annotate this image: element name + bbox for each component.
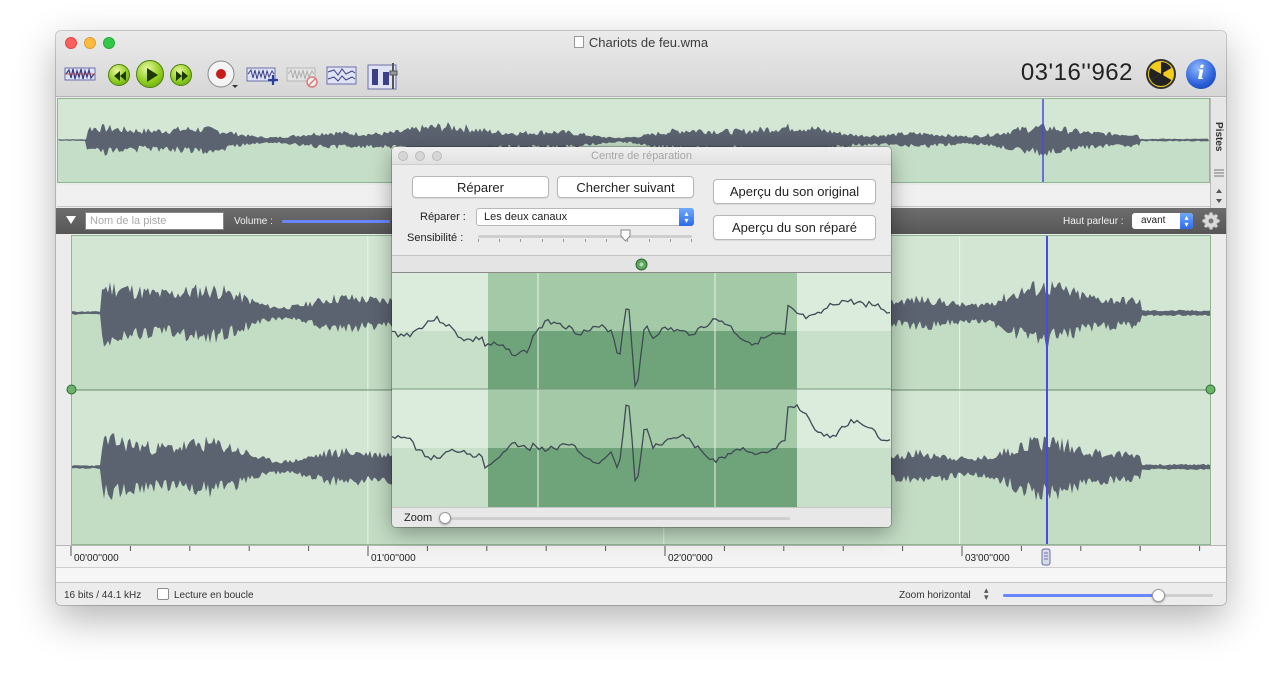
sensitivity-slider[interactable] [478,235,692,242]
delete-track-icon[interactable] [286,64,320,90]
volume-label: Volume : [234,216,273,227]
repair-icon[interactable] [326,64,358,88]
preview-repaired-button[interactable]: Aperçu du son réparé [713,215,876,240]
fast-forward-button[interactable] [170,64,192,86]
channel-select[interactable]: Les deux canaux ▴ ▾ [476,208,694,226]
repair-marker[interactable] [635,258,648,271]
nuke-icon[interactable] [1146,59,1176,89]
repair-marker-bar [392,255,891,273]
chevron-updown-icon: ▴ ▾ [1180,213,1193,229]
repair-zoom-slider[interactable] [446,517,790,520]
repair-channel-label: Réparer : [420,211,466,223]
gain-handle-left[interactable] [66,384,77,395]
loop-label[interactable]: Lecture en boucle [174,590,254,601]
audio-format-label: 16 bits / 44.1 kHz [64,590,142,601]
repair-button[interactable]: Réparer [412,176,549,198]
find-next-button[interactable]: Chercher suivant [557,176,694,198]
track-collapse-icon[interactable] [66,216,76,224]
chevron-updown-icon: ▴ ▾ [679,208,694,226]
drawer-grip-icon [1214,169,1224,177]
horizontal-zoom-label: Zoom horizontal [899,590,971,601]
repair-dialog-title: Centre de réparation [591,150,692,162]
speaker-select-value: avant [1141,215,1166,226]
track-name-input[interactable] [85,212,224,230]
time-ruler[interactable]: 00'00''000 01'00''000 02'00''000 03'00''… [56,545,1226,567]
horizontal-zoom-knob[interactable] [1152,589,1166,602]
volume-slider[interactable] [282,220,390,223]
time-readout: 03'16''962 [1020,59,1133,86]
ruler-label: 00'00''000 [74,553,119,564]
channel-select-value: Les deux canaux [484,211,568,223]
mixer-icon[interactable] [366,61,400,91]
playhead-handle[interactable] [1041,547,1051,566]
repair-selection-band-2 [488,448,797,507]
gear-icon[interactable] [1202,212,1220,230]
ruler-label: 03'00''000 [965,553,1010,564]
record-icon[interactable] [206,60,240,90]
horizontal-zoom-slider[interactable] [1003,589,1213,602]
document-icon [573,36,584,48]
repair-detail-waveform[interactable] [392,273,891,507]
radiation-symbol [1148,61,1172,87]
tracks-drawer-tab[interactable]: Pistes [1210,98,1226,218]
ruler-label: 01'00''000 [371,553,416,564]
horizontal-scrollbar[interactable] [56,567,1226,582]
repair-zoom-knob[interactable] [439,512,451,524]
speaker-label: Haut parleur : [1063,216,1124,227]
speaker-select[interactable]: avant ▴ ▾ [1132,213,1193,229]
drawer-scroll-arrows-icon[interactable] [1214,186,1224,206]
info-icon[interactable]: i [1186,59,1216,89]
horizontal-zoom-fill [1003,594,1159,597]
tracks-drawer-label: Pistes [1213,122,1224,152]
window-title: Chariots de feu.wma [56,35,1226,50]
repair-center-dialog: Centre de réparation Réparer Chercher su… [392,147,891,527]
status-bar: 16 bits / 44.1 kHz Lecture en boucle Zoo… [56,582,1226,605]
add-track-icon[interactable] [246,64,280,90]
fast-forward-icon [176,71,188,81]
gain-handle-right[interactable] [1205,384,1216,395]
play-icon [147,68,158,82]
repair-detail-graph [392,273,891,507]
title-bar: Chariots de feu.wma 03'16''962 i [56,31,1226,97]
repair-zoom-bar: Zoom [392,507,891,527]
loop-checkbox[interactable] [157,588,169,600]
waveform-icon[interactable] [64,63,96,85]
sensitivity-label: Sensibilité : [407,232,464,244]
window-title-text: Chariots de feu.wma [588,35,709,50]
repair-zoom-label: Zoom [404,512,433,524]
horizontal-zoom-stepper[interactable]: ▴ ▾ [984,586,989,602]
sensitivity-knob[interactable] [620,229,631,242]
play-button[interactable] [136,60,164,88]
preview-original-button[interactable]: Aperçu du son original [713,179,876,204]
rewind-icon [114,71,126,81]
rewind-button[interactable] [108,64,130,86]
ruler-label: 02'00''000 [668,553,713,564]
repair-dialog-titlebar[interactable]: Centre de réparation [392,147,891,165]
